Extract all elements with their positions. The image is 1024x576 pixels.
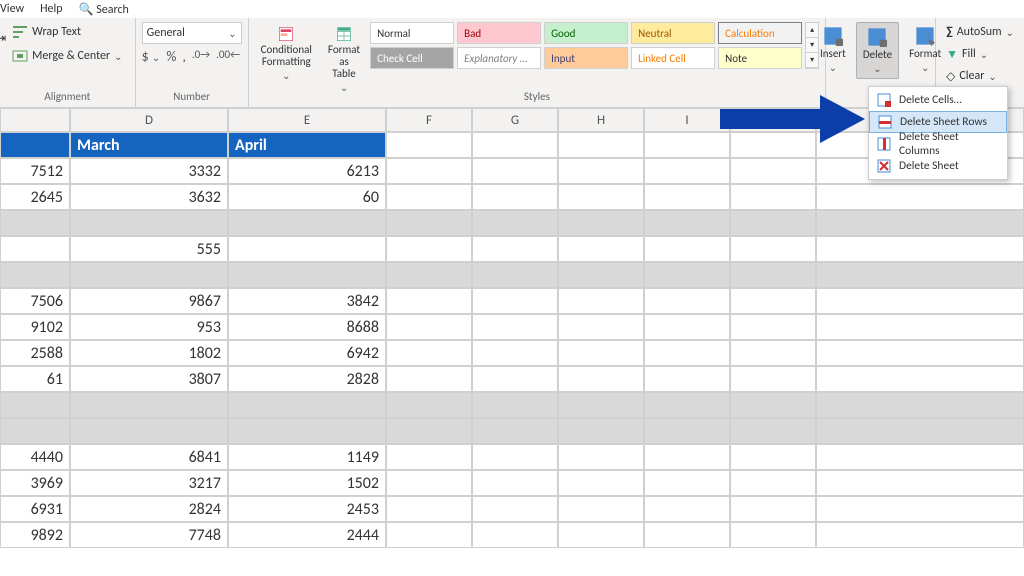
table-icon: [336, 26, 352, 42]
number-group-label: Number: [173, 88, 210, 105]
delete-sheet-columns-item[interactable]: Delete Sheet Columns: [869, 133, 1007, 155]
increase-decimal-button[interactable]: .0→: [192, 48, 210, 65]
tab-help[interactable]: Help: [40, 2, 63, 16]
delete-cols-icon: [877, 137, 891, 151]
delete-button[interactable]: Delete⌄: [856, 22, 899, 79]
style-linked-cell[interactable]: Linked Cell: [631, 47, 715, 69]
table-row[interactable]: [0, 392, 1024, 418]
conditional-formatting-button[interactable]: Conditional Formatting⌄: [255, 22, 318, 85]
cond-format-icon: [278, 26, 294, 42]
delete-cells-icon: [877, 93, 891, 107]
style-normal[interactable]: Normal: [370, 22, 454, 44]
table-row[interactable]: [0, 262, 1024, 288]
style-bad[interactable]: Bad: [457, 22, 541, 44]
header-april[interactable]: April: [228, 132, 386, 158]
col-header-f[interactable]: F: [386, 108, 472, 132]
currency-button[interactable]: $ ⌄: [142, 48, 161, 65]
delete-sheet-item[interactable]: Delete Sheet: [869, 155, 1007, 177]
style-explanatory[interactable]: Explanatory …: [457, 47, 541, 69]
number-format-dropdown[interactable]: General ⌄: [142, 22, 242, 44]
chevron-down-icon: ⌄: [114, 50, 122, 63]
table-row[interactable]: 258818026942: [0, 340, 1024, 366]
col-header-i[interactable]: I: [644, 108, 730, 132]
col-header-h[interactable]: H: [558, 108, 644, 132]
styles-gallery[interactable]: Normal Check Cell Bad Explanatory … Good…: [370, 22, 819, 69]
decrease-decimal-button[interactable]: .00←: [216, 48, 240, 65]
table-row[interactable]: [0, 418, 1024, 444]
tab-view[interactable]: View: [0, 2, 24, 16]
insert-cells-icon: [823, 26, 843, 46]
table-row[interactable]: 444068411149: [0, 444, 1024, 470]
style-neutral[interactable]: Neutral: [631, 22, 715, 44]
col-header-e[interactable]: E: [228, 108, 386, 132]
delete-cells-item[interactable]: Delete Cells…: [869, 89, 1007, 111]
col-header-g[interactable]: G: [472, 108, 558, 132]
col-header-d[interactable]: D: [70, 108, 228, 132]
percent-button[interactable]: %: [166, 48, 176, 65]
delete-dropdown-menu: Delete Cells… Delete Sheet Rows Delete S…: [868, 86, 1008, 180]
merge-center-button[interactable]: Merge & Center ⌄: [8, 46, 126, 66]
style-input[interactable]: Input: [544, 47, 628, 69]
style-check-cell[interactable]: Check Cell: [370, 47, 454, 69]
comma-button[interactable]: ,: [182, 48, 186, 65]
table-row[interactable]: 2645363260: [0, 184, 1024, 210]
fill-button[interactable]: ▼ Fill ⌄: [942, 44, 1018, 64]
attention-arrow: [720, 95, 865, 143]
chevron-down-icon: ⌄: [228, 27, 236, 40]
style-good[interactable]: Good: [544, 22, 628, 44]
clear-button[interactable]: ◇ Clear ⌄: [942, 66, 1018, 86]
insert-button[interactable]: Insert⌄: [814, 22, 852, 77]
format-cells-icon: [915, 26, 935, 46]
merge-icon: [12, 48, 28, 64]
table-row[interactable]: 396932171502: [0, 470, 1024, 496]
indent-button[interactable]: ⇥: [0, 28, 10, 48]
delete-rows-icon: [878, 115, 892, 129]
format-as-table-button[interactable]: Format as Table⌄: [322, 22, 366, 97]
table-row[interactable]: 989277482444: [0, 522, 1024, 548]
alignment-group-label: Alignment: [44, 88, 90, 105]
header-march[interactable]: March: [70, 132, 228, 158]
search[interactable]: 🔍 Search: [79, 2, 129, 17]
table-row[interactable]: 555: [0, 236, 1024, 262]
table-row[interactable]: 750698673842: [0, 288, 1024, 314]
table-row[interactable]: 91029538688: [0, 314, 1024, 340]
style-calculation[interactable]: Calculation: [718, 22, 802, 44]
table-row[interactable]: 6138072828: [0, 366, 1024, 392]
delete-cells-icon: [867, 27, 887, 47]
styles-group-label: Styles: [524, 88, 550, 105]
autosum-button[interactable]: ∑ AutoSum ⌄: [942, 22, 1018, 42]
delete-sheet-icon: [877, 159, 891, 173]
table-row[interactable]: 693128242453: [0, 496, 1024, 522]
table-row[interactable]: [0, 210, 1024, 236]
style-note[interactable]: Note: [718, 47, 802, 69]
